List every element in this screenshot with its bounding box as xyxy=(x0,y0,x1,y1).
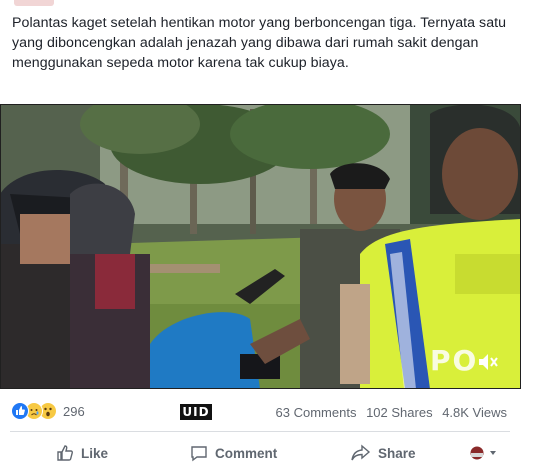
share-arrow-icon xyxy=(351,444,371,461)
uid-watermark-logo: UID xyxy=(180,404,212,420)
comment-button[interactable]: Comment xyxy=(190,444,277,462)
post-stats-bar: 296 UID 63 Comments 102 Shares 4.8K View… xyxy=(0,398,521,426)
video-player[interactable]: PO xyxy=(0,104,521,389)
police-vest-text: PO xyxy=(430,344,479,377)
views-count[interactable]: 4.8K Views xyxy=(442,405,507,420)
comment-label: Comment xyxy=(215,445,278,461)
thumbs-up-icon xyxy=(57,445,73,461)
facebook-video-post: Polantas kaget setelah hentikan motor ya… xyxy=(0,0,534,462)
author-avatar[interactable] xyxy=(14,0,54,6)
audience-selector[interactable] xyxy=(470,446,498,460)
post-actions: Like Comment Share xyxy=(0,440,521,462)
share-label: Share xyxy=(378,445,416,461)
like-button[interactable]: Like xyxy=(56,444,108,462)
post-text: Polantas kaget setelah hentikan motor ya… xyxy=(12,15,507,71)
profile-avatar-icon xyxy=(470,446,484,460)
shares-count[interactable]: 102 Shares xyxy=(366,405,433,420)
comment-icon xyxy=(191,446,207,462)
engagement-counts: 63 Comments 102 Shares 4.8K Views xyxy=(270,405,507,420)
reaction-count[interactable]: 296 xyxy=(63,404,85,419)
divider xyxy=(10,431,510,432)
share-button[interactable]: Share xyxy=(351,444,416,462)
like-label: Like xyxy=(81,445,109,461)
comments-count[interactable]: 63 Comments xyxy=(276,405,357,420)
speaker-muted-icon[interactable] xyxy=(475,349,501,375)
reaction-summary[interactable]: 296 xyxy=(11,401,85,421)
chevron-down-icon xyxy=(490,451,496,455)
like-reaction-icon xyxy=(11,402,29,420)
